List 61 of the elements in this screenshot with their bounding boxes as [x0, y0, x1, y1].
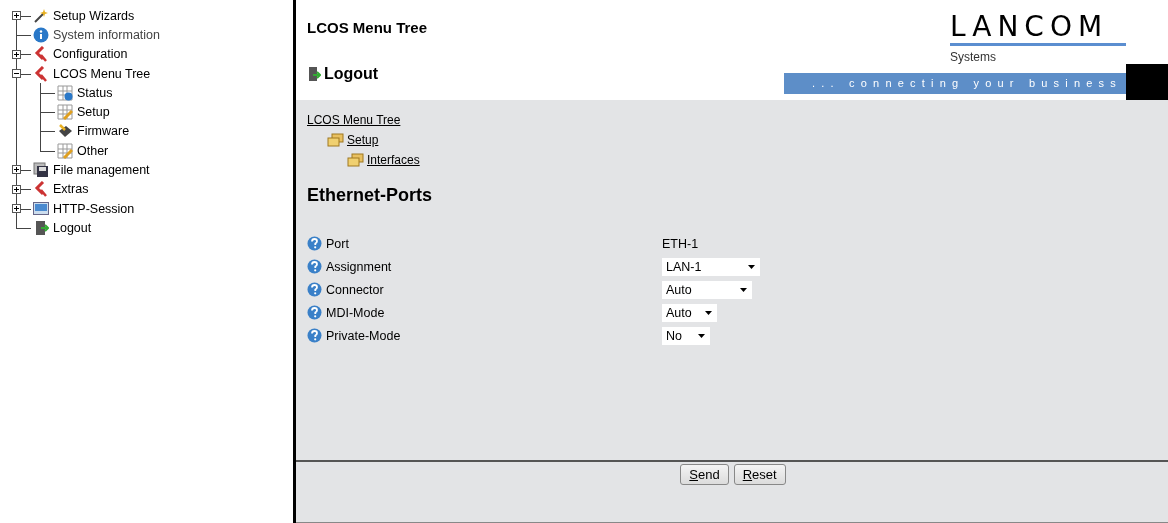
- info-icon: [33, 26, 49, 43]
- tree-item[interactable]: Configuration: [53, 47, 128, 62]
- help-icon[interactable]: [307, 259, 322, 274]
- field-value: ETH-1: [662, 236, 699, 251]
- grid-info-icon: [57, 84, 73, 101]
- grid-pencil-icon: [57, 104, 73, 121]
- tree-item[interactable]: Logout: [53, 220, 92, 235]
- logo: LANCOM Systems: [950, 12, 1126, 64]
- tool-icon: [33, 46, 49, 63]
- tree-item[interactable]: File management: [53, 163, 150, 177]
- tagline-banner: ... connecting your business: [784, 73, 1126, 94]
- expand-toggle-icon[interactable]: [12, 184, 21, 194]
- expand-toggle-icon[interactable]: [12, 11, 21, 20]
- tree-item[interactable]: Other: [77, 143, 109, 158]
- field-label: Assignment: [326, 259, 392, 274]
- tree-item[interactable]: Extras: [53, 182, 89, 197]
- logout-link[interactable]: Logout: [324, 65, 379, 83]
- expand-toggle-icon[interactable]: [12, 49, 21, 59]
- chip-icon: [57, 123, 73, 140]
- help-icon[interactable]: [307, 328, 322, 343]
- help-icon[interactable]: [307, 305, 322, 320]
- breadcrumb-link[interactable]: LCOS Menu Tree: [307, 113, 401, 127]
- page-title: LCOS Menu Tree: [307, 19, 428, 36]
- caret-icon: [698, 333, 705, 338]
- help-icon[interactable]: [307, 236, 322, 251]
- expand-toggle-icon[interactable]: [12, 68, 21, 78]
- dropdown[interactable]: Auto: [662, 303, 717, 322]
- caret-icon: [740, 287, 747, 292]
- field-label: Connector: [326, 282, 384, 297]
- tree-item[interactable]: LCOS Menu Tree: [53, 66, 151, 81]
- tool-icon: [33, 181, 49, 198]
- dropdown[interactable]: LAN-1: [662, 257, 760, 276]
- wand-icon: [33, 7, 49, 24]
- expand-toggle-icon[interactable]: [12, 203, 21, 213]
- field-label: Port: [326, 236, 349, 251]
- folders-icon: [327, 133, 344, 147]
- dropdown[interactable]: Auto: [662, 280, 752, 299]
- expand-toggle-icon[interactable]: [12, 165, 21, 175]
- folders-icon: [347, 153, 364, 167]
- caret-icon: [705, 310, 712, 315]
- form-button[interactable]: Send: [680, 464, 729, 485]
- caret-icon: [748, 264, 755, 269]
- tool-icon: [33, 65, 49, 82]
- field-label: Private-Mode: [326, 328, 401, 343]
- door-icon: [307, 66, 321, 82]
- tree-item[interactable]: HTTP-Session: [53, 201, 135, 216]
- breadcrumb-link[interactable]: Setup: [347, 133, 379, 147]
- form-button[interactable]: Reset: [733, 464, 786, 485]
- grid-pencil-icon: [57, 142, 73, 159]
- tree-item[interactable]: Setup: [77, 105, 110, 120]
- help-icon[interactable]: [307, 282, 322, 297]
- door-icon: [33, 219, 49, 236]
- tree-item[interactable]: System information: [53, 27, 160, 42]
- section-heading: Ethernet-Ports: [307, 185, 433, 206]
- monitor-icon: [33, 200, 49, 217]
- tree-item[interactable]: Status: [77, 85, 113, 100]
- breadcrumb-link[interactable]: Interfaces: [367, 153, 420, 167]
- tree-item[interactable]: Firmware: [77, 124, 130, 139]
- field-label: MDI-Mode: [326, 305, 385, 320]
- tree-item[interactable]: Setup Wizards: [53, 8, 135, 23]
- dropdown[interactable]: No: [662, 326, 710, 345]
